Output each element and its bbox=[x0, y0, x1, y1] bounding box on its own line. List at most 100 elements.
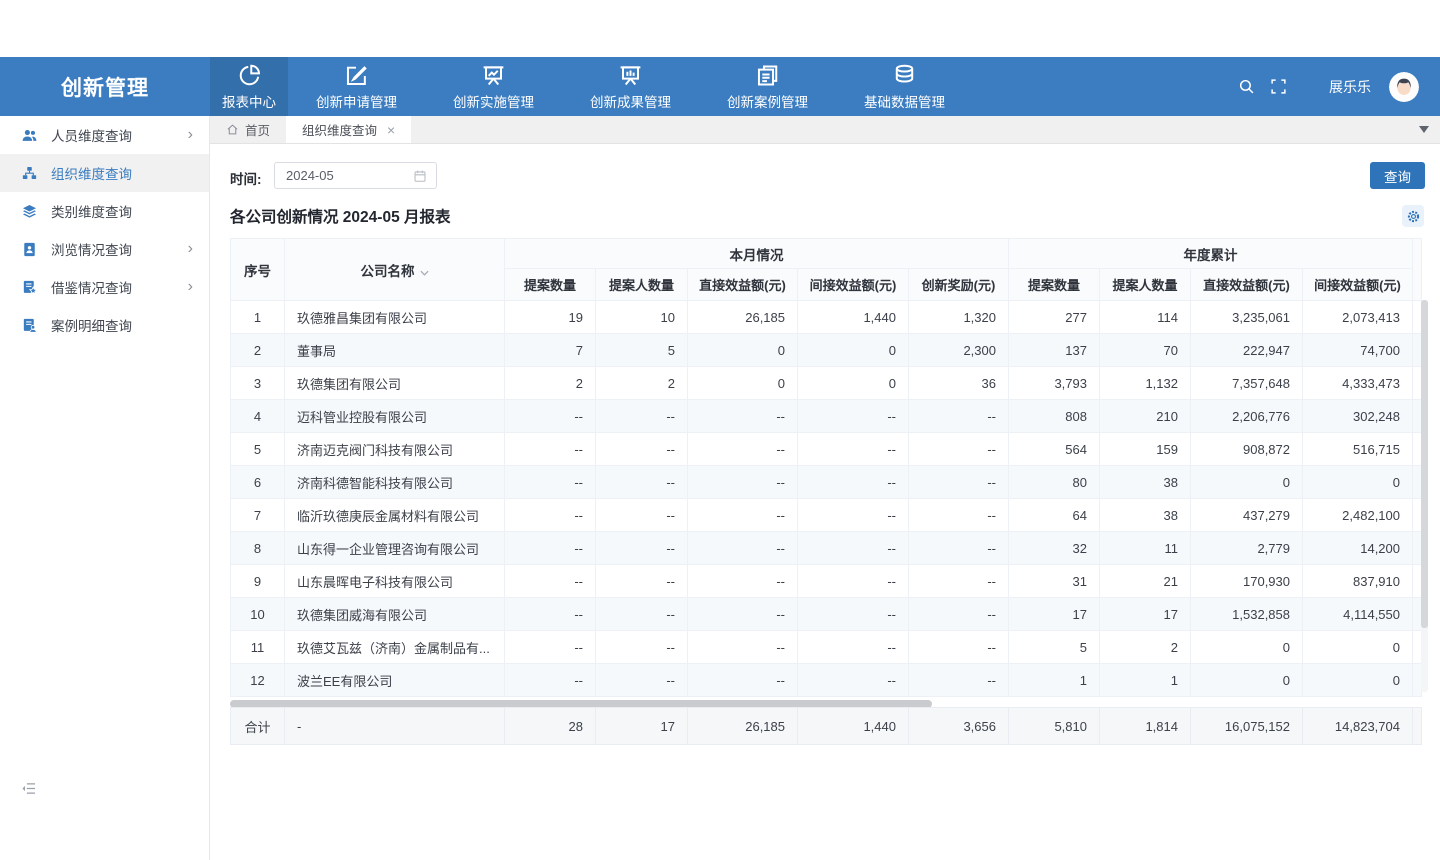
vertical-scrollbar-thumb[interactable] bbox=[1421, 300, 1428, 628]
sub-header: 提案数量 bbox=[1009, 269, 1100, 301]
table-row[interactable]: 3 玖德集团有限公司 2 2 0 0 36 3,793 1,132 7,357,… bbox=[231, 367, 1422, 400]
total-value: 3,656 bbox=[909, 708, 1009, 745]
close-icon[interactable]: × bbox=[387, 122, 395, 138]
cell-value: -- bbox=[909, 466, 1009, 499]
cell-value: -- bbox=[596, 532, 688, 565]
sub-header: 提案数量 bbox=[505, 269, 596, 301]
cell-value: 2 bbox=[1100, 631, 1191, 664]
org-icon bbox=[21, 165, 38, 182]
col-header-company[interactable]: 公司名称 bbox=[285, 239, 505, 301]
topbar: 创新管理 报表中心 创新申请管理 创新实施管理 创新成果管理 bbox=[0, 57, 1440, 116]
home-icon bbox=[226, 123, 239, 136]
pie-chart-icon bbox=[237, 63, 262, 88]
total-value: 1,814 bbox=[1100, 708, 1191, 745]
cell-value: 2,482,100 bbox=[1303, 499, 1413, 532]
filter-row: 时间: 2024-05 查询 bbox=[230, 162, 1425, 189]
presentation-bars-icon bbox=[618, 63, 643, 88]
group-header-month: 本月情况 bbox=[505, 239, 1009, 269]
cell-value: -- bbox=[596, 466, 688, 499]
topbar-nav-item[interactable]: 基础数据管理 bbox=[836, 57, 973, 116]
cell-index: 6 bbox=[231, 466, 285, 499]
cell-index: 9 bbox=[231, 565, 285, 598]
cell-value: 64 bbox=[1009, 499, 1100, 532]
cell-value: -- bbox=[505, 532, 596, 565]
total-value: 26,185 bbox=[688, 708, 798, 745]
table-row[interactable]: 9 山东晨晖电子科技有限公司 -- -- -- -- -- 31 21 170,… bbox=[231, 565, 1422, 598]
table-row[interactable]: 6 济南科德智能科技有限公司 -- -- -- -- -- 80 38 0 0 bbox=[231, 466, 1422, 499]
fullscreen-icon[interactable] bbox=[1270, 78, 1287, 95]
topbar-nav-item[interactable]: 创新成果管理 bbox=[562, 57, 699, 116]
cell-value: 2,206,776 bbox=[1191, 400, 1303, 433]
cell-value: 74,700 bbox=[1303, 334, 1413, 367]
documents-icon bbox=[755, 63, 780, 88]
topbar-nav-item[interactable]: 创新申请管理 bbox=[288, 57, 425, 116]
cell-company: 董事局 bbox=[285, 334, 505, 367]
cell-value: -- bbox=[909, 532, 1009, 565]
sidebar-item[interactable]: 人员维度查询 › bbox=[0, 116, 209, 154]
tab[interactable]: 首页 × bbox=[210, 116, 286, 143]
sidebar-item[interactable]: 类别维度查询 › bbox=[0, 192, 209, 230]
cell-value: -- bbox=[505, 499, 596, 532]
total-value: 28 bbox=[505, 708, 596, 745]
title-row: 各公司创新情况 2024-05 月报表 bbox=[230, 205, 1425, 229]
topbar-nav-item[interactable]: 创新案例管理 bbox=[699, 57, 836, 116]
presentation-line-icon bbox=[481, 63, 506, 88]
table-row[interactable]: 4 迈科管业控股有限公司 -- -- -- -- -- 808 210 2,20… bbox=[231, 400, 1422, 433]
topbar-nav-item[interactable]: 创新实施管理 bbox=[425, 57, 562, 116]
table-row[interactable]: 2 董事局 7 5 0 0 2,300 137 70 222,947 74,70… bbox=[231, 334, 1422, 367]
table-settings-button[interactable] bbox=[1402, 205, 1424, 227]
cell-value: 4,114,550 bbox=[1303, 598, 1413, 631]
cell-value: -- bbox=[798, 664, 909, 697]
cell-value: -- bbox=[505, 598, 596, 631]
cell-value: 564 bbox=[1009, 433, 1100, 466]
tab-overflow[interactable] bbox=[1414, 116, 1434, 143]
table-row[interactable]: 1 玖德雅昌集团有限公司 19 10 26,185 1,440 1,320 27… bbox=[231, 301, 1422, 334]
topbar-nav-item[interactable]: 报表中心 bbox=[210, 57, 288, 116]
tab[interactable]: 组织维度查询 × bbox=[286, 116, 411, 143]
table-row[interactable]: 10 玖德集团威海有限公司 -- -- -- -- -- 17 17 1,532… bbox=[231, 598, 1422, 631]
cell-value: 17 bbox=[1100, 598, 1191, 631]
search-icon[interactable] bbox=[1238, 78, 1255, 95]
table-row[interactable]: 8 山东得一企业管理咨询有限公司 -- -- -- -- -- 32 11 2,… bbox=[231, 532, 1422, 565]
table-row[interactable]: 5 济南迈克阀门科技有限公司 -- -- -- -- -- 564 159 90… bbox=[231, 433, 1422, 466]
cell-value: 32 bbox=[1009, 532, 1100, 565]
cell-value: 7 bbox=[505, 334, 596, 367]
nav-label: 创新申请管理 bbox=[316, 91, 397, 111]
sidebar-collapse-button[interactable] bbox=[20, 780, 38, 797]
cell-value: -- bbox=[909, 433, 1009, 466]
cell-value: 38 bbox=[1100, 466, 1191, 499]
total-label: 合计 bbox=[231, 708, 285, 745]
cell-company: 山东晨晖电子科技有限公司 bbox=[285, 565, 505, 598]
sidebar-item[interactable]: 组织维度查询 › bbox=[0, 154, 209, 192]
cell-value: 808 bbox=[1009, 400, 1100, 433]
cell-company: 波兰EE有限公司 bbox=[285, 664, 505, 697]
sidebar-item-label: 浏览情况查询 bbox=[51, 239, 188, 259]
time-label: 时间: bbox=[230, 168, 262, 188]
avatar[interactable] bbox=[1389, 72, 1419, 102]
cell-value: 17 bbox=[1009, 598, 1100, 631]
sidebar-item[interactable]: 借鉴情况查询 › bbox=[0, 268, 209, 306]
total-value: 16,075,152 bbox=[1191, 708, 1303, 745]
cell-value: -- bbox=[798, 433, 909, 466]
table-row[interactable]: 11 玖德艾瓦兹（济南）金属制品有... -- -- -- -- -- 5 2 … bbox=[231, 631, 1422, 664]
cell-value: 36 bbox=[909, 367, 1009, 400]
cell-value: 170,930 bbox=[1191, 565, 1303, 598]
table-row[interactable]: 7 临沂玖德庚辰金属材料有限公司 -- -- -- -- -- 64 38 43… bbox=[231, 499, 1422, 532]
sidebar-item-label: 类别维度查询 bbox=[51, 201, 193, 221]
sidebar-item[interactable]: 浏览情况查询 › bbox=[0, 230, 209, 268]
time-picker-input[interactable]: 2024-05 bbox=[274, 162, 437, 189]
table-row[interactable]: 12 波兰EE有限公司 -- -- -- -- -- 1 1 0 0 bbox=[231, 664, 1422, 697]
query-button[interactable]: 查询 bbox=[1370, 162, 1425, 189]
chevron-right-icon: › bbox=[188, 127, 193, 143]
cell-value: -- bbox=[688, 400, 798, 433]
users-icon bbox=[21, 127, 38, 144]
sidebar-item[interactable]: 案例明细查询 › bbox=[0, 306, 209, 344]
cell-value: 908,872 bbox=[1191, 433, 1303, 466]
cell-value: 137 bbox=[1009, 334, 1100, 367]
cell-value: 14,200 bbox=[1303, 532, 1413, 565]
vertical-scrollbar[interactable] bbox=[1421, 300, 1428, 692]
nav-label: 创新案例管理 bbox=[727, 91, 808, 111]
cell-value: -- bbox=[505, 664, 596, 697]
total-value: 17 bbox=[596, 708, 688, 745]
cell-company: 济南科德智能科技有限公司 bbox=[285, 466, 505, 499]
